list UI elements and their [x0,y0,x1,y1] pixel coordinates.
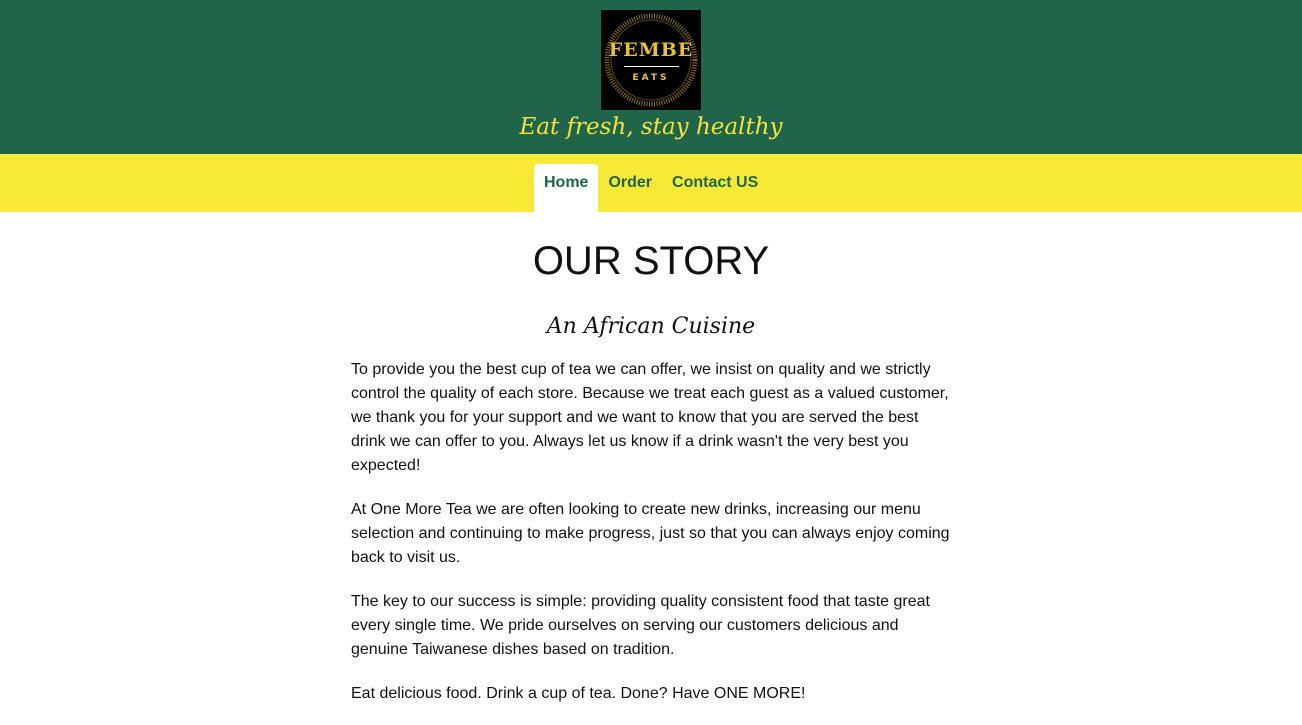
nav-item-order[interactable]: Order [598,164,662,212]
story-paragraph: Eat delicious food. Drink a cup of tea. … [351,685,806,702]
story-paragraph: At One More Tea we are often looking to … [351,501,950,566]
logo-name: FEMBE [608,39,694,61]
story-paragraph: To provide you the best cup of tea we ca… [351,361,949,474]
tagline: Eat fresh, stay healthy [519,114,783,140]
navigation-bar: Home Order Contact US [0,154,1302,212]
main-content: OUR STORY An African Cuisine To provide … [351,212,951,706]
nav-list: Home Order Contact US [534,164,768,212]
nav-item-home[interactable]: Home [534,164,599,212]
logo-subtitle: EATS [632,73,670,83]
page-subtitle: An African Cuisine [546,314,756,339]
story-paragraph: The key to our success is simple: provid… [351,593,930,658]
logo-divider [624,66,679,67]
page-title: OUR STORY [532,239,770,283]
fembe-eats-logo[interactable]: FEMBE EATS [601,10,701,110]
nav-item-contact-us[interactable]: Contact US [662,164,768,212]
site-header: FEMBE EATS Eat fresh, stay healthy [0,0,1302,154]
